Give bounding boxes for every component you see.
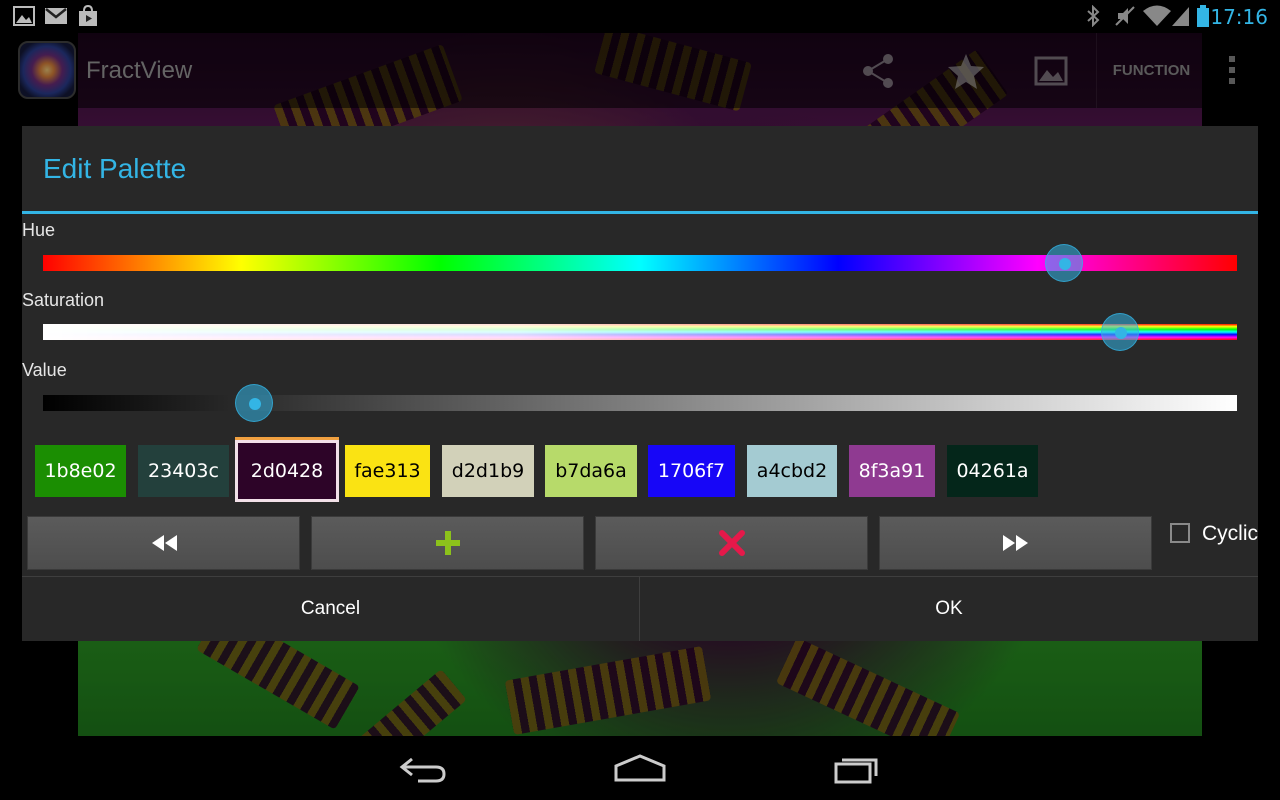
home-icon[interactable] (612, 754, 668, 784)
back-icon[interactable] (398, 754, 450, 784)
status-bar: 17:16 (0, 0, 1280, 33)
palette-swatch[interactable]: 1706f7 (648, 445, 735, 497)
hue-slider-thumb[interactable] (1044, 244, 1083, 282)
palette-swatch[interactable]: 04261a (947, 445, 1038, 497)
hue-slider[interactable] (43, 244, 1237, 282)
move-right-button[interactable] (879, 516, 1152, 570)
palette-swatch[interactable]: b7da6a (545, 445, 637, 497)
palette-swatch[interactable]: 8f3a91 (849, 445, 935, 497)
play-store-icon (79, 5, 97, 26)
cyclic-label[interactable]: Cyclic (1202, 522, 1258, 546)
bluetooth-icon (1087, 5, 1100, 27)
mute-icon (1115, 6, 1135, 26)
rewind-icon (151, 535, 177, 551)
saturation-label: Saturation (22, 290, 105, 310)
edit-palette-dialog: Edit Palette Hue Saturation Value 1b8e02… (22, 126, 1258, 641)
battery-icon (1197, 5, 1209, 27)
cyclic-checkbox[interactable] (1170, 523, 1190, 543)
saturation-slider-thumb[interactable] (1100, 313, 1139, 351)
fast-forward-icon (1002, 535, 1028, 551)
palette-swatches: 1b8e02 23403c 2d0428 fae313 d2d1b9 b7da6… (35, 440, 1055, 502)
dialog-title: Edit Palette (43, 153, 187, 184)
title-divider (22, 211, 1258, 214)
hue-label: Hue (22, 220, 56, 240)
recent-apps-icon[interactable] (832, 754, 882, 784)
navigation-bar (0, 736, 1280, 800)
image-icon (13, 6, 35, 26)
palette-swatch[interactable]: 1b8e02 (35, 445, 126, 497)
delete-icon (718, 530, 745, 556)
palette-swatch[interactable]: fae313 (345, 445, 430, 497)
palette-swatch[interactable]: a4cbd2 (747, 445, 837, 497)
add-icon (435, 531, 460, 555)
clock: 17:16 (1210, 5, 1268, 29)
palette-swatch[interactable]: d2d1b9 (442, 445, 534, 497)
value-slider[interactable] (43, 384, 1237, 422)
signal-icon (1172, 7, 1189, 26)
gmail-icon (45, 8, 67, 24)
delete-color-button[interactable] (595, 516, 868, 570)
move-left-button[interactable] (27, 516, 300, 570)
palette-swatch[interactable]: 2d0428 (235, 440, 339, 502)
add-color-button[interactable] (311, 516, 584, 570)
value-label: Value (22, 360, 67, 380)
ok-button[interactable]: OK (640, 577, 1258, 641)
palette-swatch[interactable]: 23403c (138, 445, 229, 497)
cancel-button[interactable]: Cancel (22, 577, 639, 641)
saturation-slider[interactable] (43, 313, 1237, 351)
wifi-icon (1143, 5, 1171, 26)
value-slider-thumb[interactable] (235, 384, 274, 422)
